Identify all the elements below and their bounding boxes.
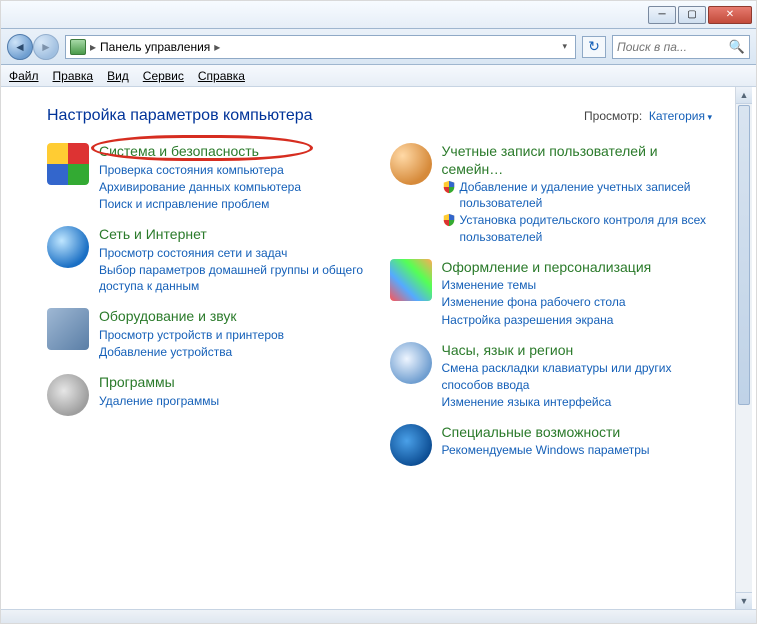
category-body: ПрограммыУдаление программы: [99, 374, 219, 416]
control-panel-icon: [70, 39, 86, 55]
right-column: Учетные записи пользователей и семейн…До…: [390, 143, 723, 466]
category-link[interactable]: Выбор параметров домашней группы и общег…: [99, 262, 380, 294]
window-titlebar: ─ ▢ ✕: [1, 1, 756, 29]
category-icon: [390, 424, 432, 466]
menu-help[interactable]: Справка: [198, 69, 245, 83]
search-box[interactable]: 🔍: [612, 35, 750, 59]
search-icon: 🔍: [729, 39, 745, 55]
status-bar: [1, 609, 756, 623]
menu-file[interactable]: Файл: [9, 69, 39, 83]
scrollbar[interactable]: ▲ ▼: [735, 87, 752, 609]
close-button[interactable]: ✕: [708, 6, 752, 24]
category-body: Оборудование и звукПросмотр устройств и …: [99, 308, 284, 360]
category-body: Часы, язык и регионСмена раскладки клави…: [442, 342, 723, 410]
view-by-value[interactable]: Категория: [649, 109, 712, 123]
menu-view[interactable]: Вид: [107, 69, 129, 83]
breadcrumb-location[interactable]: Панель управления: [100, 40, 210, 54]
category-link[interactable]: Изменение фона рабочего стола: [442, 294, 652, 310]
minimize-button[interactable]: ─: [648, 6, 676, 24]
navigation-bar: ◄ ► ▸ Панель управления ▸ ▾ ↻ 🔍: [1, 29, 756, 65]
back-button[interactable]: ◄: [7, 34, 33, 60]
view-by: Просмотр: Категория: [584, 109, 712, 123]
forward-button[interactable]: ►: [33, 34, 59, 60]
category-title[interactable]: Учетные записи пользователей и семейн…: [442, 143, 723, 178]
search-input[interactable]: [617, 40, 727, 54]
category-icon: [390, 342, 432, 384]
shielded-link-row: Добавление и удаление учетных записей по…: [442, 179, 723, 211]
category-title[interactable]: Оформление и персонализация: [442, 259, 652, 277]
breadcrumb-sep: ▸: [90, 40, 96, 54]
category-title[interactable]: Программы: [99, 374, 219, 392]
category-body: Специальные возможностиРекомендуемые Win…: [442, 424, 650, 466]
category-left-2: Оборудование и звукПросмотр устройств и …: [47, 308, 380, 360]
category-title[interactable]: Сеть и Интернет: [99, 226, 380, 244]
category-icon: [390, 259, 432, 301]
left-column: Система и безопасностьПроверка состояния…: [47, 143, 380, 466]
category-icon: [47, 226, 89, 268]
category-icon: [47, 308, 89, 350]
category-title[interactable]: Оборудование и звук: [99, 308, 284, 326]
page-title: Настройка параметров компьютера: [47, 107, 313, 125]
category-right-2: Часы, язык и регионСмена раскладки клави…: [390, 342, 723, 410]
category-link[interactable]: Установка родительского контроля для все…: [460, 212, 723, 244]
category-right-0: Учетные записи пользователей и семейн…До…: [390, 143, 723, 245]
category-body: Учетные записи пользователей и семейн…До…: [442, 143, 723, 245]
scroll-thumb[interactable]: [738, 105, 750, 405]
view-by-label: Просмотр:: [584, 109, 642, 123]
category-icon: [47, 143, 89, 185]
category-link[interactable]: Изменение темы: [442, 277, 652, 293]
address-bar[interactable]: ▸ Панель управления ▸ ▾: [65, 35, 576, 59]
category-link[interactable]: Удаление программы: [99, 393, 219, 409]
category-body: Система и безопасностьПроверка состояния…: [99, 143, 301, 212]
category-left-3: ПрограммыУдаление программы: [47, 374, 380, 416]
category-link[interactable]: Настройка разрешения экрана: [442, 312, 652, 328]
category-left-0: Система и безопасностьПроверка состояния…: [47, 143, 380, 212]
scroll-up-button[interactable]: ▲: [736, 87, 752, 104]
category-title[interactable]: Часы, язык и регион: [442, 342, 723, 360]
category-link[interactable]: Изменение языка интерфейса: [442, 394, 723, 410]
category-title[interactable]: Система и безопасность: [99, 143, 301, 161]
category-left-1: Сеть и ИнтернетПросмотр состояния сети и…: [47, 226, 380, 294]
address-dropdown[interactable]: ▾: [558, 41, 571, 52]
category-body: Оформление и персонализацияИзменение тем…: [442, 259, 652, 328]
category-icon: [47, 374, 89, 416]
category-link[interactable]: Добавление устройства: [99, 344, 284, 360]
category-link[interactable]: Поиск и исправление проблем: [99, 196, 301, 212]
category-title[interactable]: Специальные возможности: [442, 424, 650, 442]
menu-edit[interactable]: Правка: [53, 69, 94, 83]
refresh-button[interactable]: ↻: [582, 36, 606, 58]
category-link[interactable]: Просмотр состояния сети и задач: [99, 245, 380, 261]
category-link[interactable]: Просмотр устройств и принтеров: [99, 327, 284, 343]
category-link[interactable]: Рекомендуемые Windows параметры: [442, 442, 650, 458]
category-link[interactable]: Добавление и удаление учетных записей по…: [460, 179, 723, 211]
shielded-link-row: Установка родительского контроля для все…: [442, 212, 723, 244]
breadcrumb-sep-2: ▸: [214, 40, 220, 54]
scroll-down-button[interactable]: ▼: [736, 592, 752, 609]
menu-tools[interactable]: Сервис: [143, 69, 184, 83]
uac-shield-icon: [442, 213, 456, 227]
category-right-3: Специальные возможностиРекомендуемые Win…: [390, 424, 723, 466]
category-link[interactable]: Архивирование данных компьютера: [99, 179, 301, 195]
menu-bar: Файл Правка Вид Сервис Справка: [1, 65, 756, 87]
category-body: Сеть и ИнтернетПросмотр состояния сети и…: [99, 226, 380, 294]
category-link[interactable]: Проверка состояния компьютера: [99, 162, 301, 178]
uac-shield-icon: [442, 180, 456, 194]
category-right-1: Оформление и персонализацияИзменение тем…: [390, 259, 723, 328]
maximize-button[interactable]: ▢: [678, 6, 706, 24]
category-link[interactable]: Смена раскладки клавиатуры или других сп…: [442, 360, 723, 392]
category-icon: [390, 143, 432, 185]
content-area: Настройка параметров компьютера Просмотр…: [7, 87, 732, 609]
